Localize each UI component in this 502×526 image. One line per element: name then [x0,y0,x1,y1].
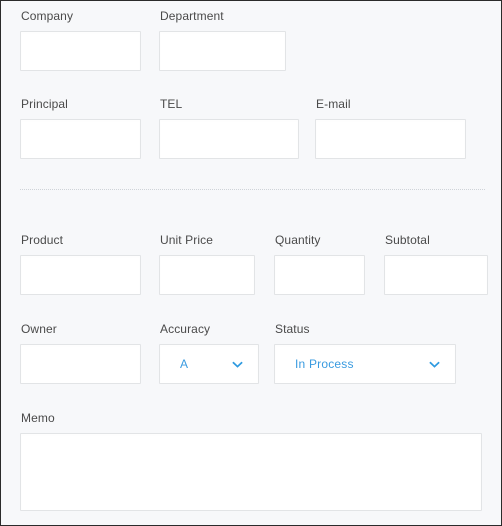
field-subtotal: Subtotal [384,233,488,295]
field-unit-price: Unit Price [159,233,255,295]
field-principal: Principal [20,97,141,159]
accuracy-selected-value: A [180,357,189,371]
label-tel: TEL [160,97,183,111]
form-window: Company Department Principal TEL E-mail … [0,0,502,526]
field-status: Status In Process [274,322,456,384]
field-department: Department [159,9,286,71]
label-subtotal: Subtotal [385,233,430,247]
field-quantity: Quantity [274,233,365,295]
label-email: E-mail [316,97,351,111]
unit-price-input[interactable] [159,255,255,295]
accuracy-select[interactable]: A [159,344,259,384]
subtotal-input[interactable] [384,255,488,295]
label-memo: Memo [21,411,55,425]
field-email: E-mail [315,97,466,159]
field-tel: TEL [159,97,299,159]
section-divider [20,189,485,190]
label-product: Product [21,233,64,247]
label-unit-price: Unit Price [160,233,214,247]
product-input[interactable] [20,255,141,295]
owner-input[interactable] [20,344,141,384]
company-input[interactable] [20,31,141,71]
chevron-down-icon [232,361,243,368]
field-product: Product [20,233,141,295]
department-input[interactable] [159,31,286,71]
label-company: Company [21,9,74,23]
memo-textarea[interactable] [20,433,482,511]
label-department: Department [160,9,224,23]
chevron-down-icon [429,361,440,368]
principal-input[interactable] [20,119,141,159]
label-status: Status [275,322,310,336]
status-select[interactable]: In Process [274,344,456,384]
label-principal: Principal [21,97,68,111]
label-owner: Owner [21,322,57,336]
status-selected-value: In Process [295,357,354,371]
field-owner: Owner [20,322,141,384]
email-input[interactable] [315,119,466,159]
field-memo: Memo [20,411,482,511]
field-company: Company [20,9,141,71]
label-quantity: Quantity [275,233,321,247]
label-accuracy: Accuracy [160,322,211,336]
quantity-input[interactable] [274,255,365,295]
form-body: Company Department Principal TEL E-mail … [1,1,501,525]
field-accuracy: Accuracy A [159,322,259,384]
tel-input[interactable] [159,119,299,159]
